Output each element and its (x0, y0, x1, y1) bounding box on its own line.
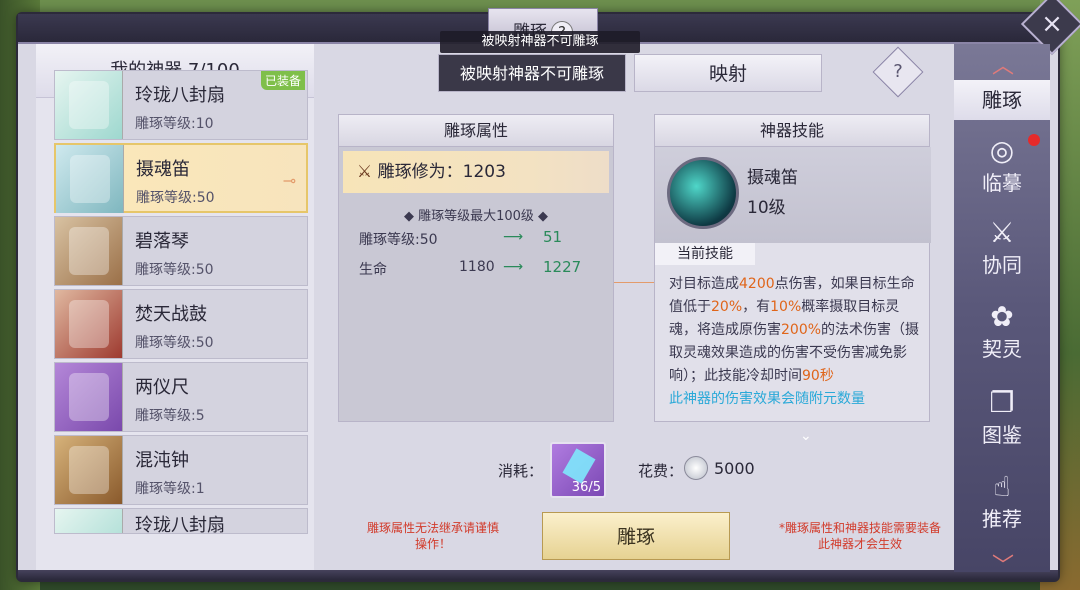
attribute-panel-title: 雕琢属性 (339, 115, 613, 147)
artifact-level: 雕琢等级:10 (135, 116, 214, 132)
warning-equip: *雕琢属性和神器技能需要装备此神器才会生效 (778, 521, 941, 551)
artifact-name: 摄魂笛 (136, 159, 190, 180)
help-button[interactable]: ? (872, 46, 924, 98)
skill-note: 此神器的伤害效果会随附元数量 (669, 391, 865, 407)
crystal-icon (562, 448, 596, 484)
swords-icon: ⚔ (357, 162, 378, 182)
artifact-name: 玲珑八封扇 (135, 515, 225, 534)
artifact-name: 玲珑八封扇 (135, 85, 225, 106)
flower-icon: ✿ (990, 300, 1014, 333)
artifact-item[interactable]: 玲珑八封扇 (54, 508, 308, 534)
artifact-item[interactable]: 玲珑八封扇 雕琢等级:10 已装备 (54, 70, 308, 140)
artifact-item[interactable]: 碧落琴 雕琢等级:50 (54, 216, 308, 286)
artifact-level: 雕琢等级:5 (135, 408, 205, 424)
artifact-level: 雕琢等级:1 (135, 481, 205, 497)
artifact-name: 焚天战鼓 (135, 304, 207, 325)
ruler-icon (55, 363, 123, 431)
fan-icon (55, 509, 123, 533)
nav-label: 临摹 (982, 171, 1022, 195)
bell-icon (55, 436, 123, 504)
life-label: 生命 (359, 262, 387, 278)
nav-cooperate[interactable]: ⚔ 协同 (954, 212, 1050, 286)
qin-icon (55, 217, 123, 285)
window-bottom-bar (18, 570, 1058, 580)
nav-codex[interactable]: ❐ 图鉴 (954, 382, 1050, 456)
flute-icon (56, 145, 124, 213)
crystal-quantity: 36/5 (571, 480, 601, 495)
nav-label: 雕琢 (982, 88, 1022, 112)
life-next: 1227 (543, 258, 582, 276)
crystal-item[interactable]: 36/5 (550, 442, 606, 498)
skill-level: 10级 (747, 198, 786, 218)
level-next: 51 (543, 228, 563, 246)
artifact-name: 碧落琴 (135, 231, 189, 252)
close-icon: × (1041, 9, 1063, 39)
nav-carve[interactable]: 雕琢 (954, 80, 1050, 120)
crossed-swords-icon: ⚔ (989, 216, 1015, 249)
fee-label: 花费： (638, 462, 684, 480)
artifact-level: 雕琢等级:50 (135, 335, 214, 351)
current-skill-label: 当前技能 (655, 243, 755, 265)
nav-contract[interactable]: ✿ 契灵 (954, 296, 1050, 370)
main-window: 雕琢? 被映射神器不可雕琢 × 我的神器 7/100 玲珑八封扇 雕琢等级:10… (18, 0, 1080, 580)
skill-name: 摄魂笛 (747, 168, 798, 188)
question-icon: ? (893, 61, 903, 82)
cultivation-text: 雕琢修为：1203 (377, 162, 506, 182)
fan-icon (55, 71, 123, 139)
silver-coin-icon (684, 456, 708, 480)
desc-text: 对目标造成 (669, 276, 739, 292)
side-navigation: ︿ 雕琢 ◎ 临摹 ⚔ 协同 ✿ 契灵 ❐ 图鉴 ☝ 推荐 ﹀ (954, 44, 1050, 579)
tab-disabled-notice[interactable]: 被映射神器不可雕琢 (438, 54, 626, 92)
tab-map[interactable]: 映射 (634, 54, 822, 92)
desc-highlight: 200% (781, 322, 822, 338)
skill-header: 摄魂笛 10级 (655, 147, 931, 243)
arrow-right-icon: ⟶ (503, 229, 524, 245)
link-icon: ⊸ (282, 171, 296, 190)
book-icon: ❐ (989, 386, 1015, 419)
chevron-up-icon[interactable]: ︿ (992, 48, 1014, 80)
artifact-level: 雕琢等级:50 (136, 190, 215, 206)
nav-label: 图鉴 (982, 423, 1022, 447)
cost-label: 消耗： (498, 462, 544, 480)
artifact-item-selected[interactable]: 摄魂笛 雕琢等级:50 ⊸ (54, 143, 308, 213)
attribute-panel: 雕琢属性 ⚔ 雕琢修为：1203 ◆ 雕琢等级最大100级 ◆ 雕琢等级:50 … (338, 114, 614, 422)
connector-line (614, 282, 654, 283)
skill-panel: 神器技能 摄魂笛 10级 当前技能 对目标造成4200点伤害，如果目标生命值低于… (654, 114, 931, 422)
life-current: 1180 (459, 259, 495, 275)
drum-icon (55, 290, 123, 358)
nav-recommend[interactable]: ☝ 推荐 (954, 466, 1050, 540)
tooltip: 被映射神器不可雕琢 (440, 31, 640, 53)
nav-copy[interactable]: ◎ 临摹 (954, 130, 1050, 204)
level-label: 雕琢等级:50 (359, 232, 438, 248)
notification-dot (1028, 134, 1040, 146)
artifact-level: 雕琢等级:50 (135, 262, 214, 278)
fee-value: 5000 (714, 459, 755, 478)
carve-button[interactable]: 雕琢 (542, 512, 730, 560)
desc-highlight: 90秒 (802, 368, 834, 384)
skill-panel-title: 神器技能 (655, 115, 929, 147)
nav-label: 契灵 (982, 337, 1022, 361)
desc-highlight: 4200 (739, 276, 775, 292)
equipped-badge: 已装备 (260, 71, 305, 90)
arrow-right-icon: ⟶ (503, 259, 524, 275)
desc-highlight: 20% (711, 299, 743, 315)
chevron-down-icon[interactable]: ⌄ (800, 428, 812, 444)
artifact-list[interactable]: 玲珑八封扇 雕琢等级:10 已装备 摄魂笛 雕琢等级:50 ⊸ 碧落琴 雕琢等级… (54, 70, 308, 537)
artifact-item[interactable]: 两仪尺 雕琢等级:5 (54, 362, 308, 432)
max-level-note: ◆ 雕琢等级最大100级 ◆ (403, 209, 549, 224)
thumbs-up-icon: ☝ (993, 470, 1011, 503)
artifact-item[interactable]: 焚天战鼓 雕琢等级:50 (54, 289, 308, 359)
artifact-name: 两仪尺 (135, 377, 189, 398)
skill-description[interactable]: 对目标造成4200点伤害，如果目标生命值低于20%，有10%概率摄取目标灵魂，将… (669, 273, 925, 411)
skill-icon[interactable] (667, 157, 739, 229)
desc-highlight: 10% (770, 299, 802, 315)
desc-text: ，有 (742, 299, 771, 315)
warning-inherit: 雕琢属性无法继承请谨慎操作！ (366, 521, 499, 551)
nav-label: 协同 (982, 253, 1022, 277)
chevron-down-icon[interactable]: ﹀ (992, 548, 1014, 580)
cultivation-value: ⚔ 雕琢修为：1203 (343, 151, 609, 193)
nav-label: 推荐 (982, 507, 1022, 531)
artifact-name: 混沌钟 (135, 450, 189, 471)
artifact-item[interactable]: 混沌钟 雕琢等级:1 (54, 435, 308, 505)
